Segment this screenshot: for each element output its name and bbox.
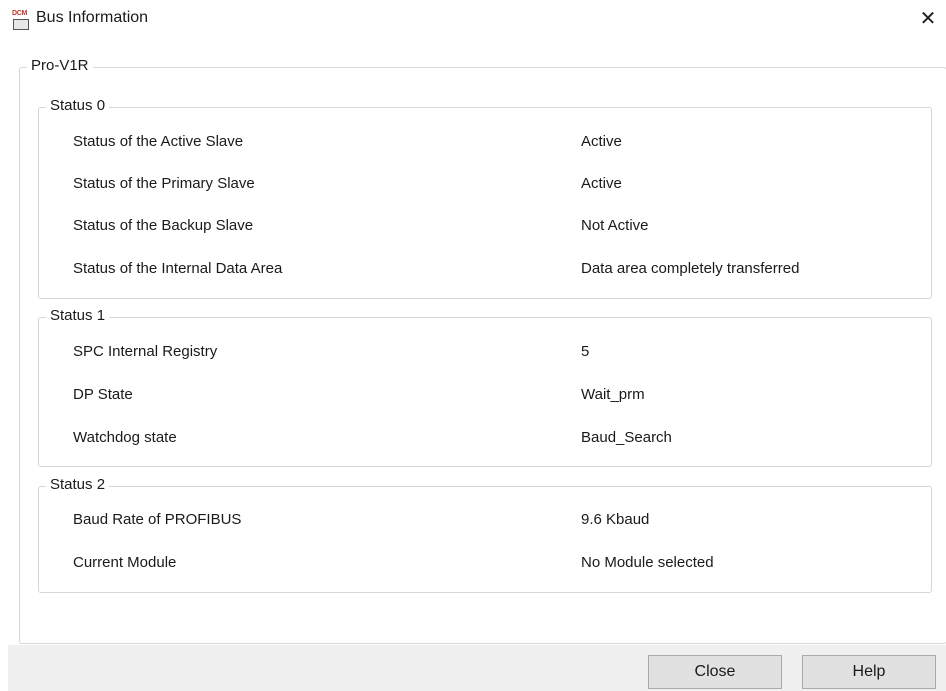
status1-group-title: Status 1 bbox=[46, 307, 110, 325]
status2-group bbox=[38, 486, 932, 593]
status-label: Watchdog state bbox=[73, 429, 177, 446]
device-group-title: Pro-V1R bbox=[27, 57, 93, 75]
status-label: Current Module bbox=[73, 554, 177, 571]
status-value: Active bbox=[581, 175, 622, 192]
status-value: No Module selected bbox=[581, 554, 714, 571]
status2-group-title: Status 2 bbox=[46, 476, 110, 494]
status-label: Status of the Primary Slave bbox=[73, 175, 255, 192]
status-value: 9.6 Kbaud bbox=[581, 511, 650, 528]
status0-group-title: Status 0 bbox=[46, 97, 110, 115]
status-label: Status of the Backup Slave bbox=[73, 217, 254, 234]
window-title: Bus Information bbox=[36, 9, 149, 26]
status-label: Baud Rate of PROFIBUS bbox=[73, 511, 242, 528]
close-icon[interactable]: ✕ bbox=[918, 8, 938, 30]
status-label: SPC Internal Registry bbox=[73, 343, 218, 360]
status-value: Not Active bbox=[581, 217, 649, 234]
status-label: Status of the Active Slave bbox=[73, 133, 244, 150]
help-button[interactable]: Help bbox=[802, 655, 936, 689]
status-label: DP State bbox=[73, 386, 133, 403]
app-icon: DCM bbox=[12, 10, 30, 30]
status-value: Data area completely transferred bbox=[581, 260, 800, 277]
status-label: Status of the Internal Data Area bbox=[73, 260, 283, 277]
status-value: Baud_Search bbox=[581, 429, 672, 446]
status-value: 5 bbox=[581, 343, 590, 360]
app-icon-text: DCM bbox=[12, 10, 28, 17]
title-bar: DCM Bus Information ✕ bbox=[0, 0, 946, 40]
close-button[interactable]: Close bbox=[648, 655, 782, 689]
status-value: Active bbox=[581, 133, 622, 150]
status-value: Wait_prm bbox=[581, 386, 645, 403]
